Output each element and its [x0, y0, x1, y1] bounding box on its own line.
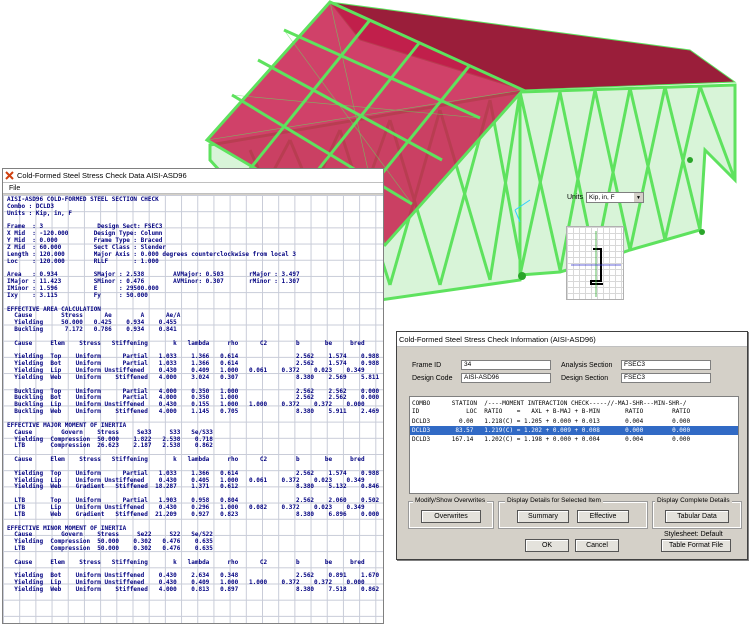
dialog-titlebar: Cold-Formed Steel Stress Check Informati…: [397, 332, 747, 347]
report-line: Ixy : 3.115 Fy : 50.000: [7, 291, 148, 299]
report-line: Units : Kip, in, F: [7, 209, 73, 217]
report-line: Yielding Web Uniform Stiffened 4.000 3.0…: [7, 373, 380, 381]
chevron-down-icon[interactable]: ▼: [633, 193, 643, 202]
list-item-selected[interactable]: DCLD3 83.57 1.219(C) = 1.202 + 0.009 + 0…: [410, 426, 738, 435]
list-header-2: ID LOC RATIO = AXL + B-MAJ + B-MIN RATIO…: [412, 408, 691, 415]
report-text: AISI-ASD96 COLD-FORMED STEEL SECTION CHE…: [7, 196, 380, 594]
ok-button[interactable]: OK: [525, 539, 569, 552]
truss-right: [518, 83, 737, 277]
display-details-caption: Display Details for Selected Item: [505, 497, 603, 504]
report-line: LTB Compression 26.623 2.187 2.538 0.862: [7, 442, 213, 450]
design-section-label: Design Section: [561, 375, 609, 382]
report-line: Yielding Web Uniform Stiffened 4.000 0.8…: [7, 586, 380, 594]
summary-button[interactable]: Summary: [517, 510, 569, 523]
units-dropdown[interactable]: Kip, in, F ▼: [585, 192, 644, 203]
table-format-file-button[interactable]: Table Format File: [661, 539, 731, 552]
effective-button[interactable]: Effective: [577, 510, 629, 523]
report-line: Loc : 120.000 RLLF : 1.000: [7, 257, 159, 265]
modify-overwrites-caption: Modify/Show Overwrites: [413, 497, 488, 504]
frame-id-field[interactable]: 34: [461, 360, 551, 370]
frame-id-label: Frame ID: [412, 362, 442, 369]
list-item[interactable]: DCLD3 167.14 1.202(C) = 1.198 + 0.000 + …: [410, 435, 738, 444]
menu-file[interactable]: File: [9, 185, 20, 192]
report-line: LTB Web Gradient Stiffened 21.209 0.927 …: [7, 510, 380, 518]
report-line: LTB Compression 50.000 0.302 0.476 0.635: [7, 545, 213, 553]
c-section-shape: [590, 248, 603, 285]
units-label: Units: [567, 194, 583, 201]
report-titlebar: Cold-Formed Steel Stress Check Data AISI…: [3, 169, 383, 183]
overwrites-button[interactable]: Overwrites: [421, 510, 481, 523]
list-item[interactable]: DCLD3 0.00 1.218(C) = 1.205 + 0.000 + 0.…: [410, 417, 738, 426]
report-title: Cold-Formed Steel Stress Check Data AISI…: [17, 171, 187, 180]
report-line: AISI-ASD96 COLD-FORMED STEEL SECTION CHE…: [7, 196, 159, 203]
report-line: Buckling Web Uniform Stiffened 4.000 1.1…: [7, 408, 380, 416]
stress-check-info-dialog: Cold-Formed Steel Stress Check Informati…: [396, 331, 748, 560]
design-section-field[interactable]: FSEC3: [621, 373, 711, 383]
units-value: Kip, in, F: [588, 194, 615, 201]
report-line: Cause Elem Stress Stiffening k lambda rh…: [7, 339, 365, 347]
cancel-button[interactable]: Cancel: [575, 539, 619, 552]
report-menubar: File: [3, 183, 383, 194]
analysis-section-field[interactable]: FSEC3: [621, 360, 711, 370]
report-line: Yielding Web Gradient Stiffened 18.287 1…: [7, 483, 380, 491]
units-selector: Units Kip, in, F ▼: [567, 192, 644, 203]
report-line: Cause Elem Stress Stiffening k lambda rh…: [7, 456, 365, 464]
complete-details-caption: Display Complete Details: [655, 497, 732, 504]
tabular-data-button[interactable]: Tabular Data: [665, 510, 729, 523]
section-shape-preview: [566, 226, 624, 300]
design-code-field[interactable]: AISI-ASD96: [461, 373, 551, 383]
app-icon: [5, 171, 14, 180]
report-text-area[interactable]: AISI-ASD96 COLD-FORMED STEEL SECTION CHE…: [3, 195, 383, 623]
design-code-label: Design Code: [412, 375, 453, 382]
dialog-title: Cold-Formed Steel Stress Check Informati…: [399, 334, 596, 344]
analysis-section-label: Analysis Section: [561, 362, 613, 369]
report-line: Cause Elem Stress Stiffening k lambda rh…: [7, 558, 365, 566]
combo-results-list[interactable]: COMBO STATION /----MOMENT INTERACTION CH…: [409, 396, 739, 494]
stress-check-report-window: Cold-Formed Steel Stress Check Data AISI…: [2, 168, 384, 624]
stylesheet-label: Stylesheet: Default: [664, 531, 723, 538]
report-line: Buckling 7.172 0.786 0.934 0.841: [7, 326, 177, 334]
